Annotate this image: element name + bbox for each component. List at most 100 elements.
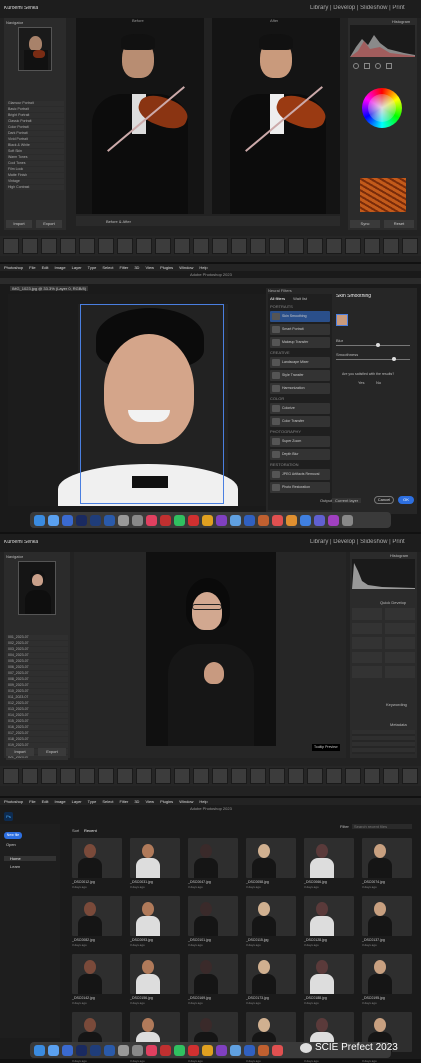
preset-item[interactable]: Dark Portrait <box>6 131 64 136</box>
filter-colorize[interactable]: Colorize <box>270 403 330 414</box>
menu-item[interactable]: Help <box>199 799 207 804</box>
file-thumbnail[interactable] <box>362 954 412 994</box>
nav-learn[interactable]: Learn <box>4 864 20 869</box>
keywording-label[interactable]: Keywording <box>386 702 407 707</box>
file-thumbnail[interactable] <box>72 838 122 878</box>
file-card[interactable]: _DSC0188.jpg 3 days ago <box>304 954 354 1005</box>
navigator-preview[interactable] <box>18 27 52 71</box>
filter-color-transfer[interactable]: Color Transfer <box>270 416 330 427</box>
preset-item[interactable]: Soft Skin <box>6 149 64 154</box>
menu-item[interactable]: Window <box>179 799 193 804</box>
filter-search[interactable]: Search recent files <box>352 824 412 829</box>
folder-item[interactable]: 018_2023-07 <box>6 737 68 742</box>
menu-item[interactable]: Plugins <box>160 799 173 804</box>
file-thumbnail[interactable] <box>246 896 296 936</box>
folder-item[interactable]: 004_2023-07 <box>6 653 68 658</box>
menu-item[interactable]: Photoshop <box>4 265 23 270</box>
lr2-navigator-preview[interactable] <box>18 561 56 615</box>
file-card[interactable]: _DSC0031.jpg 3 days ago <box>130 838 180 889</box>
before-view[interactable]: Before <box>76 18 204 214</box>
preset-item[interactable]: Vintage <box>6 179 64 184</box>
file-card[interactable]: _DSC0156.jpg 3 days ago <box>130 954 180 1005</box>
menu-item[interactable]: Window <box>179 265 193 270</box>
menu-item[interactable]: 3D <box>134 265 139 270</box>
folder-item[interactable]: 010_2023-07 <box>6 689 68 694</box>
file-card[interactable]: _DSC0195.jpg 3 days ago <box>362 954 412 1005</box>
filter-harmonization[interactable]: Harmonization <box>270 383 330 394</box>
face-thumb[interactable] <box>336 314 348 326</box>
folder-item[interactable]: 013_2023-07 <box>6 707 68 712</box>
export-button[interactable]: Export <box>36 220 62 228</box>
ps-doc-tab[interactable]: IMG_1023.jpg @ 33.3% (Layer 0, RGB/8) <box>10 286 89 291</box>
no-radio[interactable]: No <box>376 380 381 385</box>
menu-item[interactable]: File <box>29 799 35 804</box>
preset-item[interactable]: Matte Finish <box>6 173 64 178</box>
menu-item[interactable]: Type <box>88 265 97 270</box>
menu-item[interactable]: Type <box>88 799 97 804</box>
before-after-toggle[interactable]: Before & After <box>106 219 131 224</box>
presets-list[interactable]: Glamour Portrait Basic Portrait Bright Por… <box>6 100 64 191</box>
folder-item[interactable]: 016_2023-07 <box>6 725 68 730</box>
filter-photo-restoration[interactable]: Photo Restoration <box>270 482 330 493</box>
file-card[interactable]: _DSC0115.jpg 3 days ago <box>246 896 296 947</box>
preset-item[interactable]: Film Look <box>6 167 64 172</box>
file-thumbnail[interactable] <box>72 896 122 936</box>
folder-item[interactable]: 017_2023-07 <box>6 731 68 736</box>
filter-landscape-mixer[interactable]: Landscape Mixer <box>270 357 330 368</box>
preset-item[interactable]: Cool Tones <box>6 161 64 166</box>
preset-item[interactable]: Color Portrait <box>6 125 64 130</box>
open-button[interactable]: Open <box>6 842 16 847</box>
file-thumbnail[interactable] <box>130 954 180 994</box>
metadata-label[interactable]: Metadata <box>390 722 407 727</box>
folder-item[interactable]: 006_2023-07 <box>6 665 68 670</box>
preset-item[interactable]: Classic Portrait <box>6 119 64 124</box>
color-wheel[interactable] <box>362 88 402 128</box>
file-card[interactable]: _DSC0074.jpg 3 days ago <box>362 838 412 889</box>
file-card[interactable]: _DSC0101.jpg 3 days ago <box>188 896 238 947</box>
new-file-button[interactable]: New file <box>4 832 22 839</box>
lr-module-picker[interactable]: Library | Develop | Slideshow | Print <box>310 5 405 12</box>
menu-item[interactable]: Select <box>102 265 113 270</box>
menu-item[interactable]: Help <box>199 265 207 270</box>
menu-item[interactable]: Layer <box>72 799 82 804</box>
folder-item[interactable]: 003_2023-07 <box>6 647 68 652</box>
preset-item[interactable]: Warm Tones <box>6 155 64 160</box>
lr2-import-button[interactable]: Import <box>6 748 34 756</box>
dock-1[interactable] <box>30 512 391 528</box>
folder-item[interactable]: 001_2023-07 <box>6 635 68 640</box>
menu-item[interactable]: Photoshop <box>4 799 23 804</box>
filter-depth-blur[interactable]: Depth Blur <box>270 449 330 460</box>
file-card[interactable]: _DSC0066.jpg 3 days ago <box>304 838 354 889</box>
nav-home[interactable]: Home <box>4 856 56 861</box>
folder-item[interactable]: 014_2023-07 <box>6 713 68 718</box>
file-thumbnail[interactable] <box>304 896 354 936</box>
ok-button[interactable]: OK <box>398 496 414 504</box>
cancel-button[interactable]: Cancel <box>374 496 394 504</box>
lr2-module-picker[interactable]: Library | Develop | Slideshow | Print <box>310 539 405 546</box>
file-card[interactable]: _DSC0082.jpg 3 days ago <box>72 896 122 947</box>
file-thumbnail[interactable] <box>130 896 180 936</box>
file-card[interactable]: _DSC0169.jpg 3 days ago <box>188 954 238 1005</box>
smoothness-slider[interactable] <box>336 357 410 361</box>
menu-item[interactable]: Image <box>55 265 66 270</box>
file-thumbnail[interactable] <box>246 954 296 994</box>
menu-item[interactable]: Layer <box>72 265 82 270</box>
file-thumbnail[interactable] <box>188 838 238 878</box>
menu-item[interactable]: View <box>145 265 154 270</box>
menu-item[interactable]: Plugins <box>160 265 173 270</box>
filter-skin-smoothing[interactable]: Skin Smoothing <box>270 311 330 322</box>
file-thumbnail[interactable] <box>362 896 412 936</box>
folder-item[interactable]: 015_2023-07 <box>6 719 68 724</box>
file-thumbnail[interactable] <box>188 954 238 994</box>
file-card[interactable]: _DSC0142.jpg 3 days ago <box>72 954 122 1005</box>
sync-button[interactable]: Sync <box>350 220 380 228</box>
menu-item[interactable]: Image <box>55 799 66 804</box>
file-thumbnail[interactable] <box>188 896 238 936</box>
tool-strip[interactable] <box>350 60 415 74</box>
file-card[interactable]: _DSC0093.jpg 3 days ago <box>130 896 180 947</box>
folder-item[interactable]: 009_2023-07 <box>6 683 68 688</box>
output-select[interactable]: Current layer <box>332 498 362 503</box>
menu-item[interactable]: Edit <box>42 265 49 270</box>
file-thumbnail[interactable] <box>304 838 354 878</box>
menu-item[interactable]: Edit <box>42 799 49 804</box>
